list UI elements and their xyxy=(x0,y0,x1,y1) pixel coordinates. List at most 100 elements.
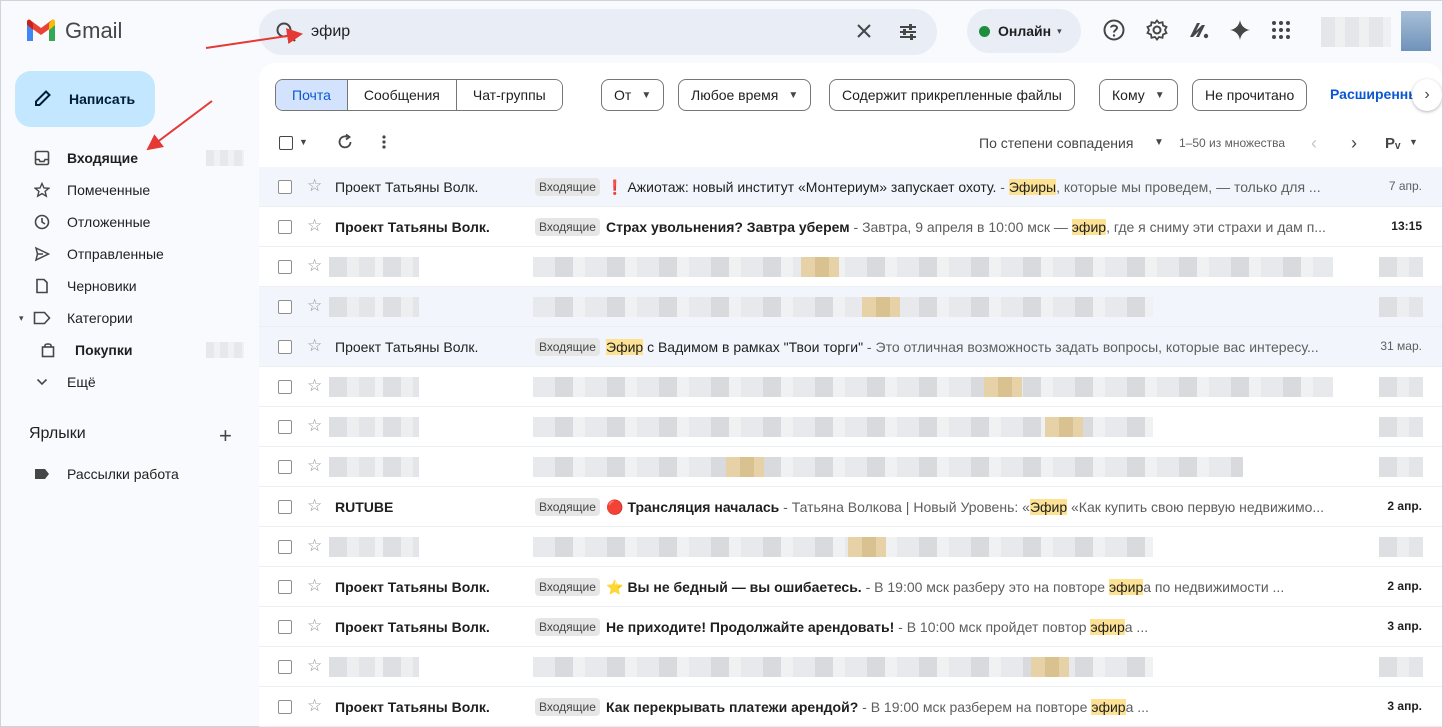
sidebar-item-drafts[interactable]: Черновики xyxy=(1,270,251,302)
star-toggle-icon[interactable]: ☆ xyxy=(307,257,322,275)
row-checkbox[interactable] xyxy=(278,340,292,354)
star-toggle-icon[interactable]: ☆ xyxy=(307,337,322,355)
tab-chat-groups[interactable]: Чат-группы xyxy=(456,80,562,110)
select-menu-chevron-icon[interactable]: ▼ xyxy=(299,137,308,147)
settings-icon[interactable] xyxy=(1144,17,1170,43)
row-label-badge[interactable]: Входящие xyxy=(535,218,600,236)
filters-scroll-right-button[interactable]: › xyxy=(1412,79,1442,111)
snippet-text-rest: , где я сниму эти страхи и дам п... xyxy=(1106,219,1326,235)
sidebar-item-categories[interactable]: ▾ Категории xyxy=(1,302,251,334)
row-checkbox[interactable] xyxy=(278,220,292,234)
search-options-icon[interactable] xyxy=(897,21,919,48)
sort-chevron-icon[interactable]: ▼ xyxy=(1154,137,1164,148)
star-toggle-icon[interactable]: ☆ xyxy=(307,177,322,195)
star-toggle-icon[interactable]: ☆ xyxy=(307,617,322,635)
row-label-badge[interactable]: Входящие xyxy=(535,578,600,596)
row-checkbox[interactable] xyxy=(278,300,292,314)
table-row[interactable]: ☆ Проект Татьяны Волк. Входящие Не приходит… xyxy=(259,607,1442,647)
next-page-icon[interactable]: › xyxy=(1351,133,1357,154)
star-toggle-icon[interactable]: ☆ xyxy=(307,537,322,555)
tab-mail[interactable]: Почта xyxy=(276,80,348,110)
blurred-sender xyxy=(329,457,419,477)
search-bar[interactable] xyxy=(259,9,937,55)
table-row[interactable]: ☆ xyxy=(259,447,1442,487)
sidebar-item-snoozed[interactable]: Отложенные xyxy=(1,206,251,238)
more-vert-icon[interactable] xyxy=(381,133,387,156)
row-checkbox[interactable] xyxy=(278,180,292,194)
table-row[interactable]: ☆ xyxy=(259,247,1442,287)
table-row[interactable]: ☆ xyxy=(259,647,1442,687)
add-label-button[interactable]: + xyxy=(219,423,232,449)
row-label-badge[interactable]: Входящие xyxy=(535,338,600,356)
row-checkbox[interactable] xyxy=(278,540,292,554)
row-checkbox[interactable] xyxy=(278,700,292,714)
row-content: Страх увольнения? Завтра уберем - Завтра… xyxy=(606,219,1332,235)
star-toggle-icon[interactable]: ☆ xyxy=(307,657,322,675)
table-row[interactable]: ☆ xyxy=(259,367,1442,407)
row-checkbox[interactable] xyxy=(278,260,292,274)
table-row[interactable]: ☆ xyxy=(259,527,1442,567)
table-row[interactable]: ☆ Проект Татьяны Волк. Входящие ⭐ Вы не бедн… xyxy=(259,567,1442,607)
row-content: 🔴 Трансляция началась - Татьяна Волкова |… xyxy=(606,499,1332,516)
row-label-badge[interactable]: Входящие xyxy=(535,178,600,196)
star-toggle-icon[interactable]: ☆ xyxy=(307,217,322,235)
row-label-badge[interactable]: Входящие xyxy=(535,618,600,636)
gmail-logo-text: Gmail xyxy=(65,18,123,43)
table-row[interactable]: ☆ Проект Татьяны Волк. Входящие Эфир с Вади… xyxy=(259,327,1442,367)
sidebar-item-label: Категории xyxy=(67,310,133,326)
refresh-icon[interactable] xyxy=(337,133,353,156)
clear-search-icon[interactable] xyxy=(855,22,873,45)
sidebar-item-more[interactable]: Ещё xyxy=(1,366,251,398)
row-checkbox[interactable] xyxy=(278,660,292,674)
help-icon[interactable] xyxy=(1101,17,1127,43)
gemini-icon[interactable] xyxy=(1227,17,1253,43)
gmail-logo[interactable]: Gmail xyxy=(25,17,122,45)
row-separator: - xyxy=(894,619,907,635)
star-toggle-icon[interactable]: ☆ xyxy=(307,577,322,595)
input-tools-chevron-icon[interactable]: ▼ xyxy=(1409,137,1418,147)
row-checkbox[interactable] xyxy=(278,420,292,434)
filter-has-attachment[interactable]: Содержит прикрепленные файлы xyxy=(829,79,1075,111)
sort-label[interactable]: По степени совпадения xyxy=(979,135,1133,151)
star-toggle-icon[interactable]: ☆ xyxy=(307,697,322,715)
sidebar-item-starred[interactable]: Помеченные xyxy=(1,174,251,206)
star-toggle-icon[interactable]: ☆ xyxy=(307,417,322,435)
star-toggle-icon[interactable]: ☆ xyxy=(307,457,322,475)
table-row[interactable]: ☆ Проект Татьяны Волк. Входящие Страх уволь… xyxy=(259,207,1442,247)
table-row[interactable]: ☆ xyxy=(259,287,1442,327)
blurred-date xyxy=(1379,297,1423,317)
search-icon[interactable] xyxy=(275,21,297,48)
row-checkbox[interactable] xyxy=(278,620,292,634)
table-row[interactable]: ☆ xyxy=(259,407,1442,447)
compose-button[interactable]: Написать xyxy=(15,71,155,127)
status-selector[interactable]: Онлайн ▾ xyxy=(967,9,1081,53)
sidebar-label-work-newsletters[interactable]: Рассылки работа xyxy=(1,458,251,490)
search-input[interactable] xyxy=(311,20,831,44)
expand-caret-icon[interactable]: ▾ xyxy=(19,313,24,324)
row-checkbox[interactable] xyxy=(278,460,292,474)
input-tools-button[interactable]: Рᵥ xyxy=(1385,135,1400,152)
row-label-badge[interactable]: Входящие xyxy=(535,698,600,716)
filter-from[interactable]: От ▼ xyxy=(601,79,665,111)
filter-unread[interactable]: Не прочитано xyxy=(1192,79,1308,111)
star-toggle-icon[interactable]: ☆ xyxy=(307,377,322,395)
select-all-checkbox[interactable] xyxy=(279,136,293,150)
sidebar-item-sent[interactable]: Отправленные xyxy=(1,238,251,270)
row-label-badge[interactable]: Входящие xyxy=(535,498,600,516)
account-avatar[interactable] xyxy=(1321,11,1431,51)
row-checkbox[interactable] xyxy=(278,500,292,514)
apps-grid-icon[interactable] xyxy=(1268,17,1294,43)
prev-page-icon[interactable]: ‹ xyxy=(1311,133,1317,154)
workspace-tools-icon[interactable] xyxy=(1186,17,1212,43)
row-checkbox[interactable] xyxy=(278,580,292,594)
filter-time[interactable]: Любое время ▼ xyxy=(678,79,812,111)
tab-messages[interactable]: Сообщения xyxy=(347,80,457,110)
table-row[interactable]: ☆ Проект Татьяны Волк. Входящие ❗ Ажиотаж: н… xyxy=(259,167,1442,207)
filter-to[interactable]: Кому ▼ xyxy=(1099,79,1178,111)
row-checkbox[interactable] xyxy=(278,380,292,394)
star-toggle-icon[interactable]: ☆ xyxy=(307,497,322,515)
table-row[interactable]: ☆ Проект Татьяны Волк. Входящие Как перекры… xyxy=(259,687,1442,727)
star-toggle-icon[interactable]: ☆ xyxy=(307,297,322,315)
filter-to-label: Кому xyxy=(1112,87,1145,103)
table-row[interactable]: ☆ RUTUBE Входящие 🔴 Трансляция началась - Та… xyxy=(259,487,1442,527)
